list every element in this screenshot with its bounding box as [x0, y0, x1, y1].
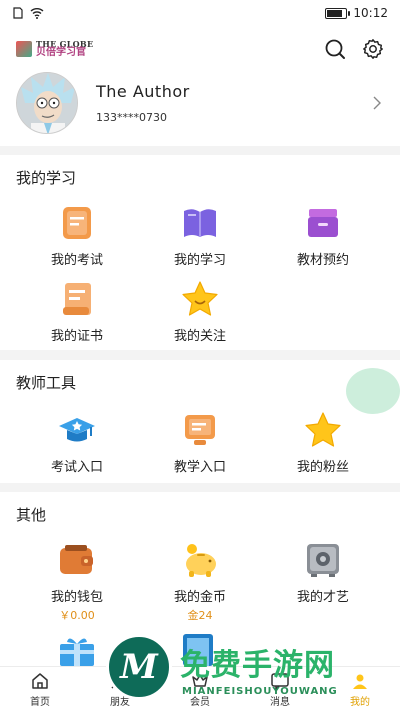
tab-label: 我的 — [350, 696, 370, 708]
message-icon — [271, 672, 289, 691]
brand-cn: 贝倍学习官 — [36, 47, 86, 58]
tab-message[interactable]: 消息 — [240, 667, 320, 711]
graduation-cap-icon — [59, 418, 95, 442]
profile-header: THE GLOBE 贝倍学习官 The Author 133****0730 — [0, 26, 400, 146]
bottom-nav: 首页 朋友 会员 消息 我的 — [0, 666, 400, 711]
grid-item-exam-entry[interactable]: 考试入口 — [27, 410, 127, 475]
star-icon — [305, 412, 341, 447]
chevron-right-icon[interactable] — [370, 96, 384, 110]
grid-item-label: 教学入口 — [173, 460, 226, 475]
teacher-tools-card: 教师工具 考试入口 教学入口 我的粉丝 — [0, 360, 400, 483]
wallet-icon — [60, 545, 93, 574]
wallet-balance: ￥0.00 — [59, 609, 95, 622]
status-time: 10:12 — [353, 6, 388, 20]
user-icon — [353, 674, 367, 689]
grid-item-label: 考试入口 — [50, 460, 103, 475]
grid-item-teaching-entry[interactable]: 教学入口 — [150, 410, 250, 475]
grid-item-my-follow[interactable]: 我的关注 — [150, 279, 250, 344]
box-icon — [308, 209, 338, 237]
grid-item-my-fans[interactable]: 我的粉丝 — [273, 410, 373, 475]
coin-balance: 金24 — [187, 609, 213, 622]
globe-logo-icon — [16, 41, 32, 57]
page: 10:12 THE GLOBE 贝倍学习官 The Author 133****… — [0, 0, 400, 711]
friends-icon — [111, 673, 125, 689]
search-icon[interactable] — [324, 38, 346, 60]
safe-icon — [307, 544, 339, 577]
grid-item-my-exam[interactable]: 我的考试 — [27, 203, 127, 268]
exam-icon — [63, 207, 91, 239]
others-title: 其他 — [16, 506, 47, 524]
grid-item-my-certificate[interactable]: 我的证书 — [27, 279, 127, 344]
profile-phone: 133****0730 — [96, 111, 167, 124]
profile-row[interactable]: The Author 133****0730 — [16, 72, 384, 134]
gift-icon[interactable] — [57, 634, 97, 666]
battery-icon — [325, 7, 351, 19]
grid-item-label: 我的证书 — [50, 329, 103, 344]
home-icon — [32, 672, 48, 689]
teaching-icon — [185, 415, 215, 445]
my-study-title: 我的学习 — [16, 169, 77, 187]
tab-label: 首页 — [30, 696, 50, 708]
member-icon — [192, 673, 208, 687]
tab-member[interactable]: 会员 — [160, 667, 240, 711]
grid-item-label: 教材预约 — [296, 253, 349, 268]
book-icon — [184, 209, 216, 237]
avatar[interactable] — [16, 72, 78, 134]
wifi-icon — [30, 8, 44, 19]
my-study-card: 我的学习 我的考试 我的学习 教材预约 我的证书 我的关注 — [0, 155, 400, 350]
teacher-tools-title: 教师工具 — [16, 374, 77, 392]
tab-label: 会员 — [190, 696, 210, 708]
tab-label: 朋友 — [110, 696, 130, 708]
others-card: 其他 我的钱包 ￥0.00 我的金币 金24 我的才艺 — [0, 492, 400, 666]
grid-item-textbook-reservation[interactable]: 教材预约 — [273, 203, 373, 268]
grid-item-my-wallet[interactable]: 我的钱包 ￥0.00 — [27, 540, 127, 623]
settings-icon[interactable] — [362, 38, 384, 60]
profile-name: The Author — [96, 82, 190, 101]
floating-assist-button[interactable] — [346, 368, 400, 414]
grid-item-label: 我的才艺 — [296, 590, 349, 605]
piggy-bank-icon — [186, 544, 216, 577]
grid-item-label: 我的学习 — [173, 253, 226, 268]
status-bar: 10:12 — [0, 0, 400, 26]
grid-item-my-talent[interactable]: 我的才艺 — [273, 540, 373, 605]
grid-item-label: 我的金币 — [173, 590, 226, 605]
grid-item-my-coins[interactable]: 我的金币 金24 — [150, 540, 250, 623]
sim-icon — [13, 7, 23, 19]
brand-logo: THE GLOBE 贝倍学习官 — [16, 40, 93, 58]
grid-item-label: 我的考试 — [50, 253, 103, 268]
grid-item-my-study[interactable]: 我的学习 — [150, 203, 250, 268]
tab-label: 消息 — [270, 696, 290, 708]
tab-friends[interactable]: 朋友 — [80, 667, 160, 711]
certificate-icon — [63, 283, 91, 315]
grid-item-label: 我的关注 — [173, 329, 226, 344]
star-icon — [182, 281, 218, 316]
tab-mine[interactable]: 我的 — [320, 667, 400, 711]
grid-item-label: 我的钱包 — [50, 590, 103, 605]
tab-home[interactable]: 首页 — [0, 667, 80, 711]
tablet-icon[interactable] — [180, 634, 216, 666]
grid-item-label: 我的粉丝 — [296, 460, 349, 475]
